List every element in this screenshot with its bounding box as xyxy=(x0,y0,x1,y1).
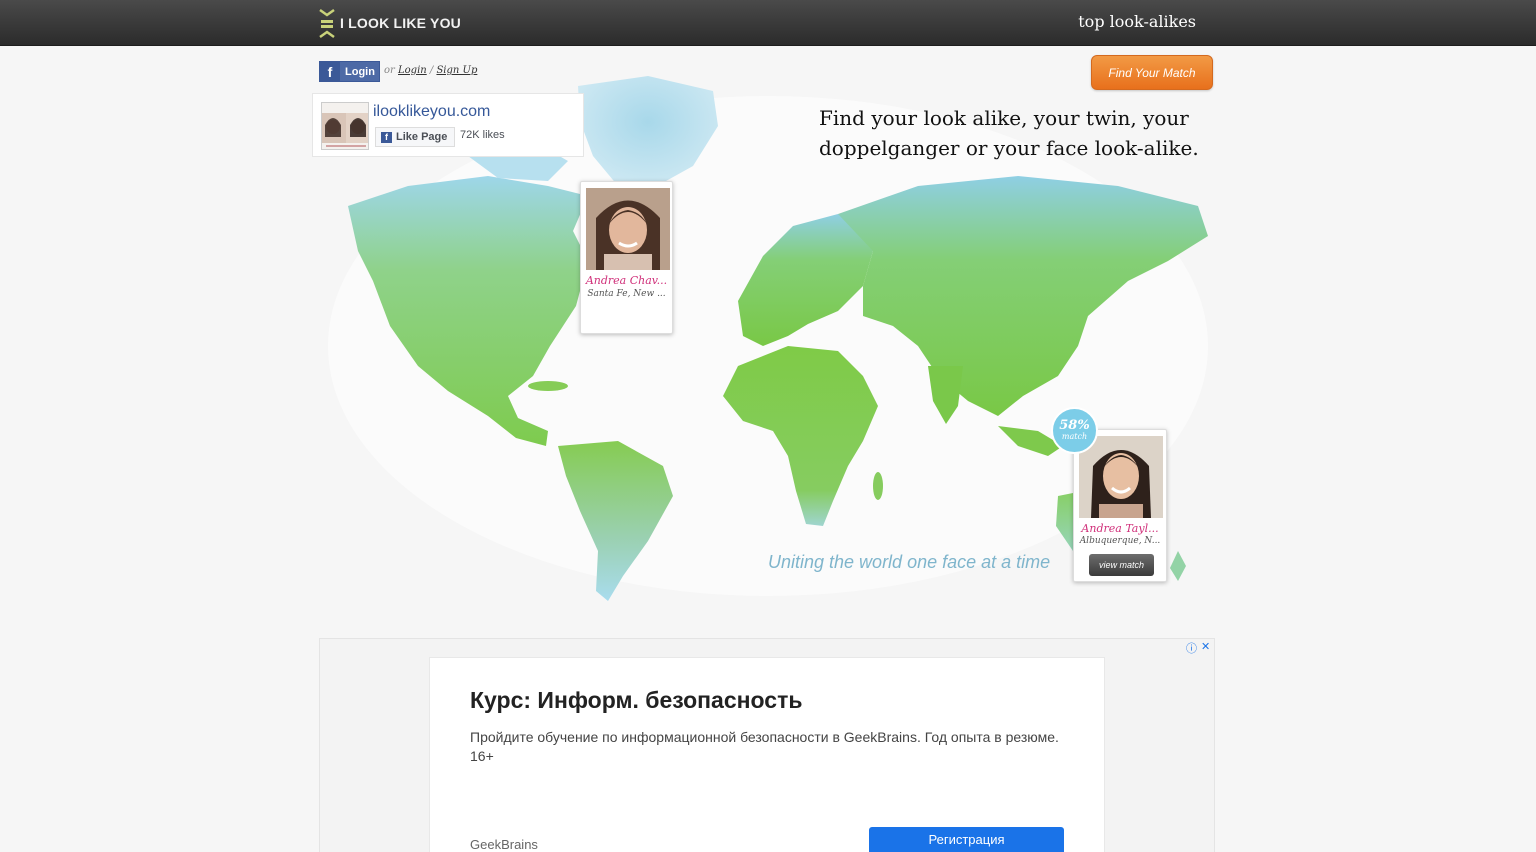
ad-brand: GeekBrains xyxy=(470,837,538,852)
tagline-line-1: Find your look alike, your twin, your xyxy=(819,106,1189,130)
ad-title[interactable]: Курс: Информ. безопасность xyxy=(470,687,802,714)
signup-link[interactable]: Sign Up xyxy=(436,65,477,76)
ad-info-icon[interactable]: ⓘ xyxy=(1186,640,1197,656)
hero-subtitle: Uniting the world one face at a time xyxy=(768,552,1051,572)
auth-links: or Login / Sign Up xyxy=(384,65,477,76)
login-link[interactable]: Login xyxy=(398,65,427,76)
facebook-page-thumbnail[interactable] xyxy=(321,102,369,150)
like-page-button[interactable]: f Like Page xyxy=(375,127,456,147)
profile-location: Albuquerque, N... xyxy=(1079,536,1161,546)
facebook-icon: f xyxy=(320,61,340,82)
page-thumbnail-image xyxy=(322,103,368,149)
profile-name[interactable]: Andrea Tayl... xyxy=(1074,522,1166,535)
ad-register-button[interactable]: Регистрация xyxy=(869,827,1064,852)
or-text: or xyxy=(384,65,395,76)
ad-description: Пройдите обучение по информационной безо… xyxy=(470,729,1059,764)
profile-location: Santa Fe, New ... xyxy=(587,289,666,299)
like-page-label: Like Page xyxy=(396,131,448,143)
facebook-login-label: Login xyxy=(345,65,375,78)
top-navigation-bar: I LOOK LIKE YOU top look-alikes xyxy=(0,0,1536,46)
ad-close-icon[interactable]: ✕ xyxy=(1201,640,1210,656)
profile-photo xyxy=(1079,436,1163,518)
auth-separator: / xyxy=(429,65,434,76)
site-logo[interactable]: I LOOK LIKE YOU xyxy=(318,6,461,40)
profile-name[interactable]: Andrea Chav... xyxy=(581,274,672,287)
top-look-alikes-link[interactable]: top look-alikes xyxy=(1078,12,1196,31)
match-percent: 58% xyxy=(1059,418,1090,433)
logo-icon xyxy=(319,8,335,39)
view-match-button[interactable]: view match xyxy=(1089,554,1154,576)
profile-card[interactable]: Andrea Chav... Santa Fe, New ... xyxy=(580,181,673,334)
facebook-login-button[interactable]: f Login xyxy=(319,61,380,82)
hero-tagline: Find your look alike, your twin, your do… xyxy=(819,103,1219,163)
likes-count: 72K likes xyxy=(460,129,505,141)
facebook-page-widget: ilooklikeyou.com f Like Page 72K likes xyxy=(312,93,584,157)
facebook-icon: f xyxy=(381,131,392,143)
profile-photo xyxy=(586,188,670,270)
find-your-match-button[interactable]: Find Your Match xyxy=(1091,55,1213,90)
match-percentage-badge: 58% match xyxy=(1051,407,1098,454)
logo-text: I LOOK LIKE YOU xyxy=(340,15,461,31)
profile-card[interactable]: Andrea Tayl... Albuquerque, N... view ma… xyxy=(1073,429,1167,582)
ad-choices[interactable]: ⓘ ✕ xyxy=(1186,640,1210,656)
facebook-page-name[interactable]: ilooklikeyou.com xyxy=(373,103,490,121)
tagline-line-2: doppelganger or your face look-alike. xyxy=(819,136,1199,160)
match-label: match xyxy=(1061,432,1088,441)
